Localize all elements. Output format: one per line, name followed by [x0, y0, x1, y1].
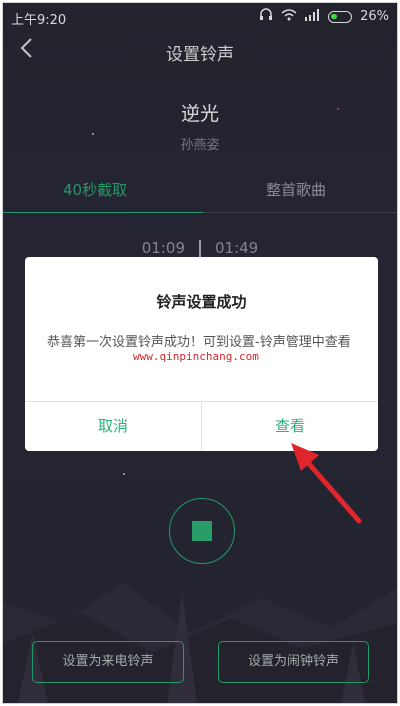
pointer-arrow-icon [291, 443, 362, 524]
app-screen: 上午9:20 26% 设置铃声 逆光 孙燕姿 40秒截取 整首歌曲 01:09 0… [2, 2, 398, 704]
cancel-button[interactable]: 取消 [25, 401, 201, 451]
success-dialog: 铃声设置成功 恭喜第一次设置铃声成功！可到设置-铃声管理中查看 www.qinp… [25, 257, 378, 451]
dialog-title: 铃声设置成功 [156, 293, 247, 311]
watermark-text: www.qinpinchang.com [133, 350, 259, 363]
